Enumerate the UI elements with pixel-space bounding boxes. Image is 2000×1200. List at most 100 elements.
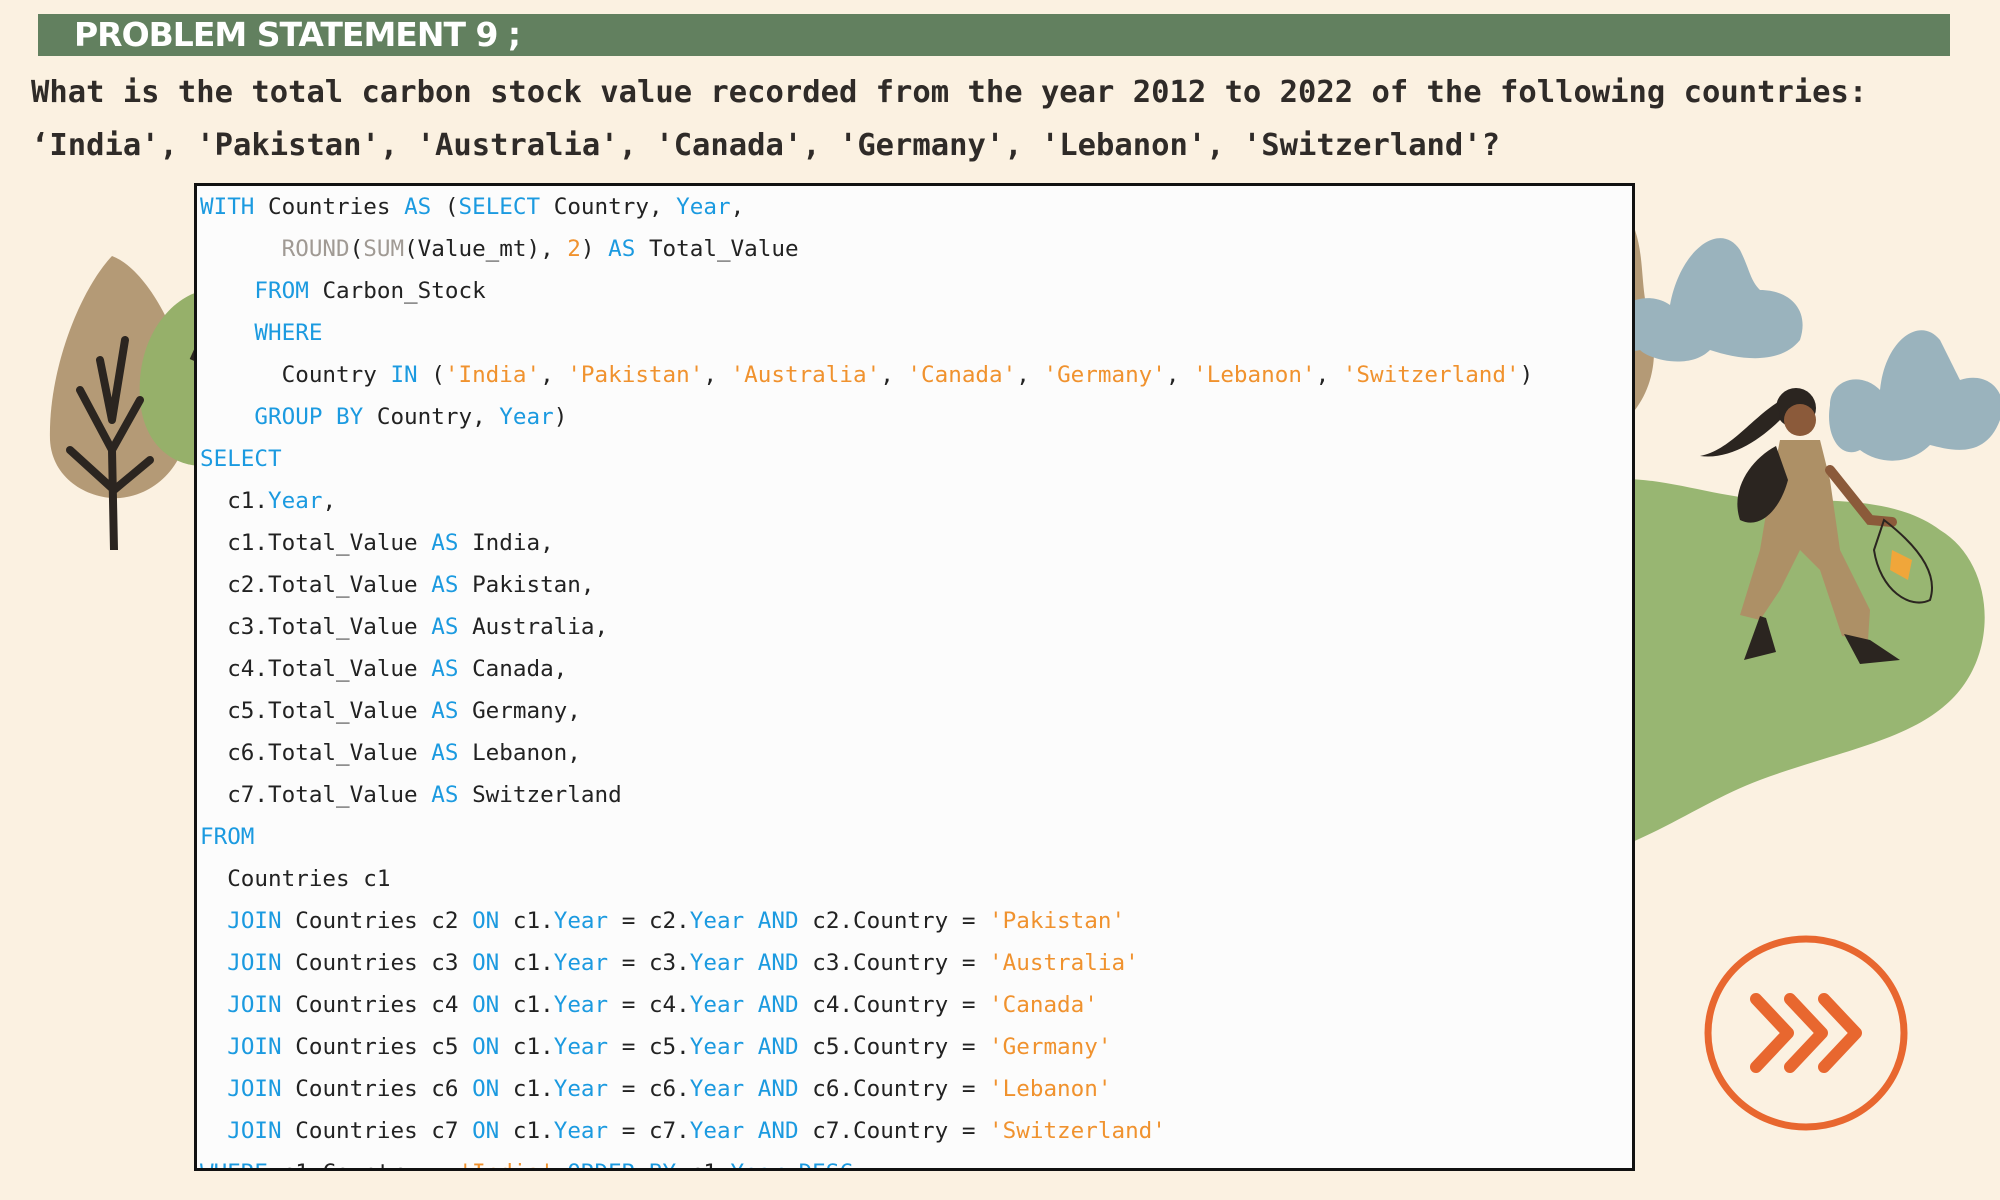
code-token: 'Germany' bbox=[989, 1034, 1112, 1060]
code-token: c1. bbox=[499, 1118, 554, 1144]
code-token: Year bbox=[553, 1034, 609, 1060]
code-token: ON bbox=[472, 992, 500, 1018]
code-token: 'Switzerland' bbox=[989, 1118, 1166, 1144]
code-token: c1.Total_Value bbox=[200, 530, 432, 556]
code-line: Countries c1 bbox=[200, 858, 390, 900]
code-token: SUM bbox=[363, 236, 405, 262]
code-token: c3.Country = bbox=[798, 950, 990, 976]
code-token: = c5. bbox=[608, 1034, 690, 1060]
code-token: AS bbox=[431, 740, 459, 766]
code-token: Countries c3 bbox=[281, 950, 473, 976]
code-token: Year bbox=[268, 488, 323, 514]
code-token: DESC bbox=[799, 1160, 853, 1168]
code-line: JOIN Countries c2 ON c1.Year = c2.Year A… bbox=[200, 900, 1125, 942]
code-line: Country IN ('India', 'Pakistan', 'Austra… bbox=[200, 354, 1534, 396]
code-line: JOIN Countries c6 ON c1.Year = c6.Year A… bbox=[200, 1068, 1111, 1110]
code-line: JOIN Countries c4 ON c1.Year = c4.Year A… bbox=[200, 984, 1098, 1026]
code-token: Year bbox=[689, 1118, 745, 1144]
code-line: WHERE c1.Country = 'India' ORDER BY c1.Y… bbox=[200, 1152, 867, 1168]
code-token: c2.Country = bbox=[798, 908, 990, 934]
code-token: Year bbox=[731, 1160, 785, 1168]
code-token: Country bbox=[200, 362, 391, 388]
code-token: = c2. bbox=[608, 908, 690, 934]
code-token: 'Canada' bbox=[907, 362, 1017, 388]
title-banner: PROBLEM STATEMENT 9 ; bbox=[38, 14, 1950, 56]
code-line: c5.Total_Value AS Germany, bbox=[200, 690, 581, 732]
code-token: AND bbox=[757, 950, 799, 976]
code-token: FROM bbox=[254, 278, 309, 304]
code-line: c2.Total_Value AS Pakistan, bbox=[200, 564, 595, 606]
code-token: , bbox=[703, 362, 731, 388]
code-token: c1. bbox=[499, 992, 554, 1018]
code-token: Year bbox=[553, 1076, 609, 1102]
code-token: ON bbox=[472, 1034, 500, 1060]
code-token: AS bbox=[404, 194, 432, 220]
code-line: c3.Total_Value AS Australia, bbox=[200, 606, 608, 648]
code-token: c2.Total_Value bbox=[200, 572, 432, 598]
code-token: c1. bbox=[499, 1034, 554, 1060]
code-token: , bbox=[1315, 362, 1343, 388]
trees-illustration bbox=[49, 256, 210, 550]
code-token: JOIN bbox=[227, 1034, 282, 1060]
code-token: = c7. bbox=[608, 1118, 690, 1144]
code-token: Year bbox=[689, 950, 745, 976]
code-token: 'Australia' bbox=[730, 362, 881, 388]
code-token: c1. bbox=[499, 1076, 554, 1102]
code-token: c5.Country = bbox=[798, 1034, 990, 1060]
code-token: = c3. bbox=[608, 950, 690, 976]
code-token: FROM bbox=[200, 824, 255, 850]
question-line-2: ‘India', 'Pakistan', 'Australia', 'Canad… bbox=[31, 128, 1501, 163]
code-token: ( bbox=[431, 194, 459, 220]
code-line: JOIN Countries c3 ON c1.Year = c3.Year A… bbox=[200, 942, 1138, 984]
code-token: c7.Total_Value bbox=[200, 782, 432, 808]
question-line-1: What is the total carbon stock value rec… bbox=[31, 75, 1868, 110]
code-token: c6.Total_Value bbox=[200, 740, 432, 766]
code-token: Switzerland bbox=[458, 782, 622, 808]
code-token: , bbox=[540, 362, 568, 388]
code-token: AND bbox=[757, 1118, 799, 1144]
code-token: AS bbox=[608, 236, 636, 262]
next-button[interactable] bbox=[1700, 933, 1912, 1133]
code-token: Year bbox=[689, 908, 745, 934]
code-token: ON bbox=[472, 950, 500, 976]
code-token: 'Lebanon' bbox=[1193, 362, 1316, 388]
code-token: Year bbox=[553, 950, 609, 976]
code-line: FROM bbox=[200, 816, 254, 858]
code-token: AND bbox=[757, 1076, 799, 1102]
code-token: WHERE bbox=[200, 1160, 268, 1168]
banner-title: PROBLEM STATEMENT 9 ; bbox=[74, 15, 521, 54]
code-token: Pakistan, bbox=[458, 572, 595, 598]
code-token: Year bbox=[689, 1076, 745, 1102]
code-token: ROUND bbox=[281, 236, 350, 262]
code-token: JOIN bbox=[227, 1118, 282, 1144]
code-token: Countries c5 bbox=[281, 1034, 473, 1060]
code-line: ROUND(SUM(Value_mt), 2) AS Total_Value bbox=[200, 228, 799, 270]
code-token: Australia, bbox=[458, 614, 609, 640]
code-token: Lebanon, bbox=[458, 740, 581, 766]
code-line: GROUP BY Country, Year) bbox=[200, 396, 567, 438]
code-token: c5.Total_Value bbox=[200, 698, 432, 724]
code-token: JOIN bbox=[227, 908, 282, 934]
code-line: c4.Total_Value AS Canada, bbox=[200, 648, 567, 690]
code-token: 'India' bbox=[444, 362, 541, 388]
code-token: 'Pakistan' bbox=[989, 908, 1126, 934]
code-token: c1. bbox=[499, 950, 554, 976]
code-token: ) bbox=[1519, 362, 1534, 388]
code-line: WHERE bbox=[200, 312, 322, 354]
code-token: GROUP BY bbox=[254, 404, 364, 430]
code-token: 'Lebanon' bbox=[989, 1076, 1112, 1102]
code-line: c1.Total_Value AS India, bbox=[200, 522, 554, 564]
code-token: India, bbox=[458, 530, 554, 556]
code-token: AS bbox=[431, 530, 459, 556]
sql-code-panel: WITH Countries AS (SELECT Country, Year,… bbox=[194, 183, 1635, 1171]
